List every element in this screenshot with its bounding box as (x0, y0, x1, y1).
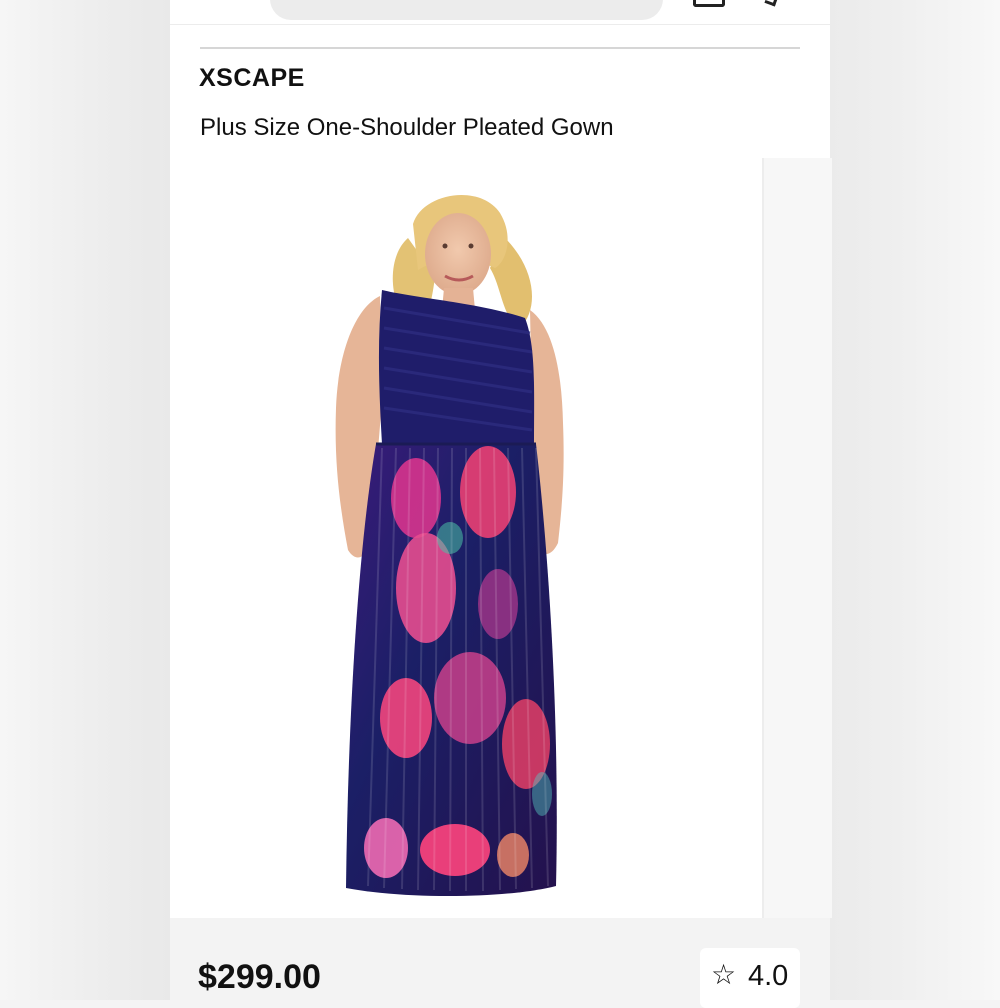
bag-icon[interactable] (693, 0, 725, 7)
product-page-panel: XSCAPE Plus Size One-Shoulder Pleated Go… (170, 0, 832, 1008)
top-bar (170, 0, 830, 25)
product-title: Plus Size One-Shoulder Pleated Gown (200, 114, 614, 141)
rating-badge[interactable]: ☆ 4.0 (700, 948, 800, 1008)
brand-name[interactable]: XSCAPE (199, 64, 305, 93)
model-wearing-gown-illustration (335, 194, 564, 897)
chevron-icon[interactable] (764, 0, 779, 7)
divider (200, 47, 800, 49)
star-outline-icon: ☆ (711, 959, 737, 990)
background-right (830, 0, 1000, 1000)
search-bar[interactable] (270, 0, 663, 20)
rating-value: 4.0 (748, 960, 789, 992)
next-image-preview[interactable] (762, 158, 832, 918)
price: $299.00 (198, 958, 321, 996)
background-left (0, 0, 170, 1000)
product-image[interactable] (170, 158, 748, 918)
